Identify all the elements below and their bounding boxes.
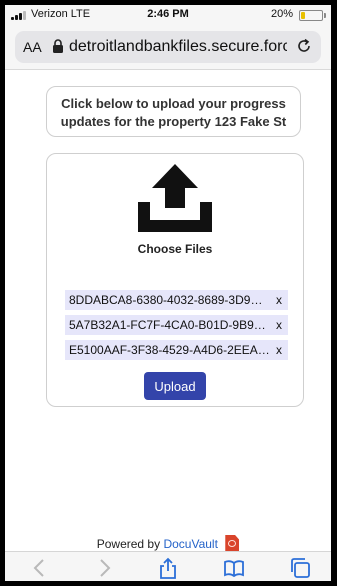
text-size-button[interactable]: AA <box>23 39 42 55</box>
upload-icon[interactable] <box>136 162 214 234</box>
bookmarks-icon[interactable] <box>223 557 245 579</box>
upload-button[interactable]: Upload <box>144 372 206 400</box>
choose-files-label[interactable]: Choose Files <box>47 242 303 256</box>
instructions-line-2: updates for the property 123 Fake St <box>60 114 287 129</box>
file-name: 8DDABCA8-6380-4032-8689-3D9… <box>69 293 263 307</box>
phone-screen: Verizon LTE 2:46 PM 20% AA detroitlandba… <box>5 5 331 581</box>
forward-icon[interactable] <box>93 557 115 579</box>
file-item: 5A7B32A1-FC7F-4CA0-B01D-9B9… x <box>65 315 288 335</box>
share-icon[interactable] <box>157 557 179 579</box>
powered-by-label: Powered by <box>96 537 161 551</box>
instructions-box: Click below to upload your progress upda… <box>46 86 301 137</box>
upload-card: Choose Files 8DDABCA8-6380-4032-8689-3D9… <box>46 153 304 407</box>
battery-icon <box>299 10 326 21</box>
reload-icon[interactable] <box>295 37 313 55</box>
docuvault-link[interactable]: DocuVault <box>163 537 217 551</box>
remove-file-button[interactable]: x <box>276 290 282 310</box>
file-item: E5100AAF-3F38-4529-A4D6-2EEA… x <box>65 340 288 360</box>
url-text[interactable]: detroitlandbankfiles.secure.force.com <box>69 38 287 56</box>
file-name: 5A7B32A1-FC7F-4CA0-B01D-9B9… <box>69 318 266 332</box>
battery-percent: 20% <box>270 8 293 20</box>
file-item: 8DDABCA8-6380-4032-8689-3D9… x <box>65 290 288 310</box>
lock-icon <box>53 39 63 53</box>
status-bar: Verizon LTE 2:46 PM 20% <box>5 5 331 25</box>
instructions-line-1: Click below to upload your progress <box>61 96 286 111</box>
docuvault-logo-icon <box>225 535 240 551</box>
url-field[interactable]: AA detroitlandbankfiles.secure.force.com <box>15 31 321 63</box>
tabs-icon[interactable] <box>289 557 311 579</box>
remove-file-button[interactable]: x <box>276 315 282 335</box>
powered-by-footer: Powered by DocuVault <box>5 535 331 551</box>
remove-file-button[interactable]: x <box>276 340 282 360</box>
file-name: E5100AAF-3F38-4529-A4D6-2EEA… <box>69 343 269 357</box>
address-bar: AA detroitlandbankfiles.secure.force.com <box>5 25 331 70</box>
back-icon[interactable] <box>29 557 51 579</box>
browser-toolbar <box>5 551 331 581</box>
